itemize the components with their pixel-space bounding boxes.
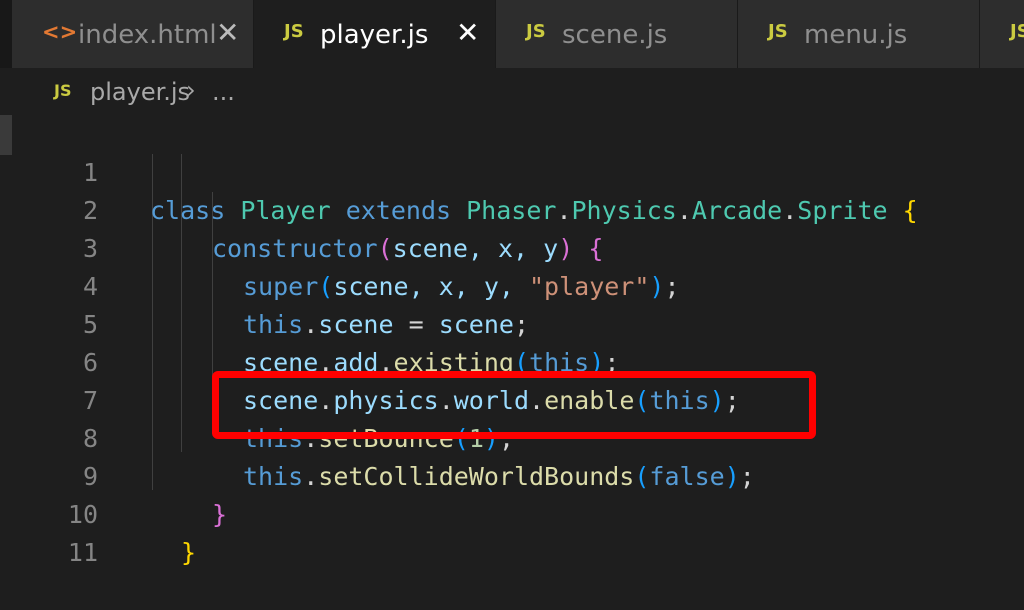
breadcrumb-more[interactable]: ... bbox=[212, 78, 235, 106]
highlight-box bbox=[212, 371, 816, 439]
js-file-icon: JS bbox=[1010, 21, 1024, 42]
chevron-right-icon: › bbox=[186, 76, 196, 104]
tab-label: index.html bbox=[78, 20, 217, 50]
tab-index-html[interactable]: <> index.html ✕ bbox=[12, 0, 254, 68]
tab-overflow[interactable]: JS bbox=[980, 0, 1024, 68]
code-editor[interactable]: 1 class Player extends Phaser.Physics.Ar… bbox=[0, 116, 1024, 567]
code-line-10: 10 } bbox=[0, 458, 1024, 567]
code-line-11: 11 bbox=[0, 496, 1024, 567]
code-line-1: 1 class Player extends Phaser.Physics.Ar… bbox=[0, 116, 1024, 225]
code-line-2: 2 constructor(scene, x, y) { bbox=[0, 154, 1024, 263]
close-icon[interactable]: ✕ bbox=[456, 16, 479, 49]
js-file-icon: JS bbox=[526, 21, 546, 42]
tab-label: player.js bbox=[320, 20, 429, 50]
code-line-5: 5 scene.add.existing(this); bbox=[0, 268, 1024, 377]
code-text: } bbox=[181, 538, 197, 567]
close-icon[interactable]: ✕ bbox=[216, 16, 239, 49]
tabbar-edge bbox=[0, 0, 12, 68]
js-file-icon: JS bbox=[284, 21, 304, 42]
html-file-icon: <> bbox=[42, 20, 78, 44]
tab-menu-js[interactable]: JS menu.js bbox=[738, 0, 980, 68]
tab-scene-js[interactable]: JS scene.js bbox=[496, 0, 738, 68]
breadcrumb: JS player.js › ... bbox=[0, 68, 1024, 116]
breadcrumb-file[interactable]: player.js bbox=[90, 78, 190, 106]
tab-label: menu.js bbox=[804, 20, 908, 50]
code-line-4: 4 this.scene = scene; bbox=[0, 230, 1024, 339]
tab-label: scene.js bbox=[562, 20, 668, 50]
line-number: 11 bbox=[67, 538, 98, 567]
code-line-6: 6 scene.physics.world.enable(this); bbox=[0, 306, 1024, 415]
js-file-icon: JS bbox=[768, 21, 788, 42]
tab-bar: <> index.html ✕ JS player.js ✕ JS scene.… bbox=[0, 0, 1024, 68]
js-file-icon: JS bbox=[54, 81, 72, 100]
tab-player-js[interactable]: JS player.js ✕ bbox=[254, 0, 496, 68]
code-line-3: 3 super(scene, x, y, "player"); bbox=[0, 192, 1024, 301]
